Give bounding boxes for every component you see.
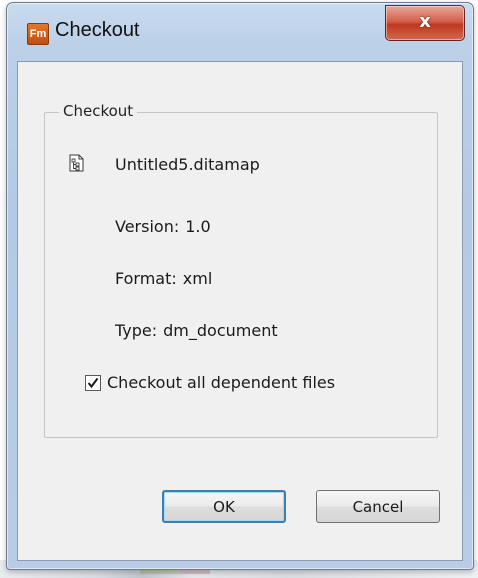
checkout-dependents-label[interactable]: Checkout all dependent files [107,373,335,392]
version-value: 1.0 [185,217,211,236]
ok-button[interactable]: OK [162,490,286,523]
ditamap-document-icon [69,154,84,172]
format-label: Format: [115,269,177,288]
checkout-dependents-checkbox[interactable] [85,375,101,391]
close-button[interactable]: x [385,5,465,41]
document-filename: Untitled5.ditamap [115,155,260,174]
checkout-groupbox: Checkout Untitled5.ditamap Version: 1.0 F… [44,102,438,438]
checkout-dialog: Fm Checkout x Checkout Untitled5.ditamap [6,2,474,570]
framemaker-app-icon: Fm [27,23,49,45]
groupbox-label: Checkout [59,102,138,120]
version-label: Version: [115,217,180,236]
format-row: Format: xml [115,269,212,288]
dialog-body: Checkout Untitled5.ditamap Version: 1.0 F… [17,61,463,561]
close-icon: x [419,11,431,32]
type-row: Type: dm_document [115,321,278,340]
version-row: Version: 1.0 [115,217,211,236]
title-bar[interactable]: Fm Checkout x [7,3,473,61]
type-label: Type: [115,321,158,340]
format-value: xml [182,269,213,288]
window-title: Checkout [55,19,140,41]
cancel-button[interactable]: Cancel [316,490,440,523]
checkmark-icon [87,377,99,389]
type-value: dm_document [163,321,278,340]
